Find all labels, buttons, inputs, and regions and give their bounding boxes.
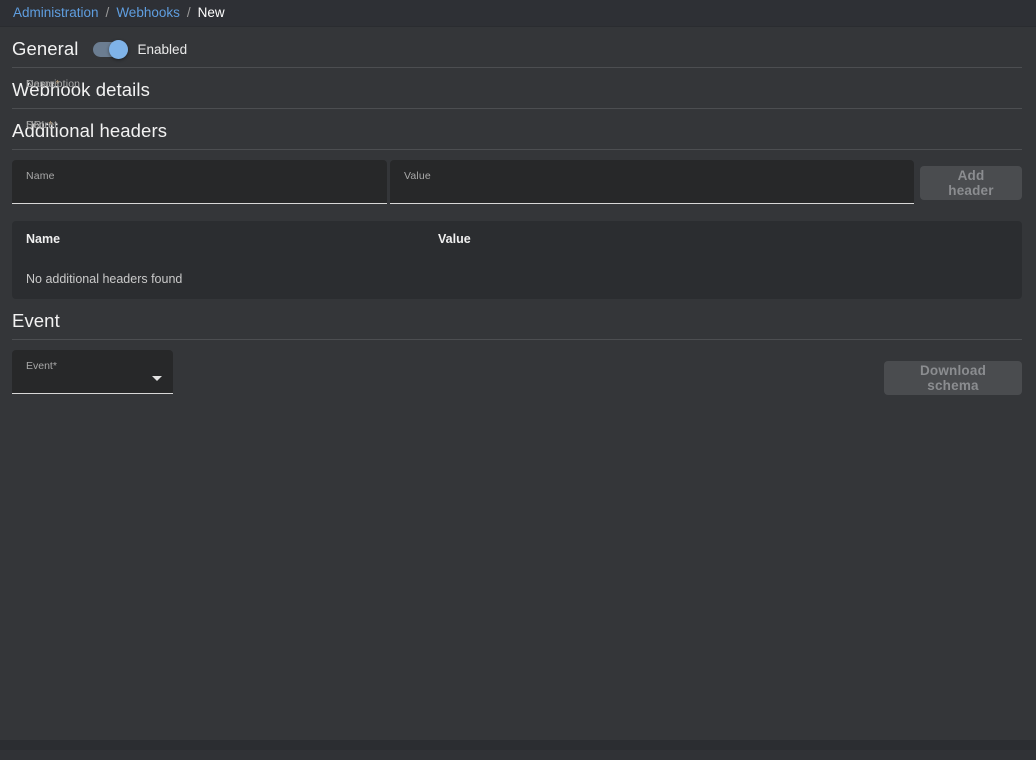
additional-headers-table: Name Value No additional headers found [12, 221, 1022, 299]
header-name-input[interactable] [26, 181, 375, 199]
enabled-toggle[interactable] [93, 42, 128, 57]
enabled-toggle-group[interactable]: Enabled [93, 42, 188, 57]
enabled-toggle-label: Enabled [138, 42, 188, 57]
table-column-value: Value [438, 232, 1008, 246]
event-divider [12, 339, 1022, 340]
table-column-name: Name [26, 232, 438, 246]
header-name-field[interactable]: Name [12, 160, 387, 204]
breadcrumb-separator: / [106, 6, 110, 20]
header-value-field[interactable]: Value [390, 160, 914, 204]
additional-headers-section-header: Additional headers [12, 109, 1022, 141]
webhook-details-section-header: Webhook details [12, 68, 1022, 100]
breadcrumb-item-new: New [198, 6, 225, 20]
general-section-header: General Enabled [12, 27, 1022, 59]
general-section-title: General [12, 38, 79, 60]
bottom-strip [0, 740, 1036, 750]
event-section-title: Event [12, 310, 60, 332]
table-empty-message: No additional headers found [26, 257, 1008, 286]
chevron-down-icon[interactable] [152, 376, 162, 381]
header-value-input[interactable] [404, 181, 902, 199]
event-select[interactable]: Event* [12, 350, 173, 394]
breadcrumb: Administration / Webhooks / New [0, 0, 1036, 27]
event-row: Event* Download schema [12, 350, 1022, 395]
event-section-header: Event [12, 299, 1022, 331]
download-schema-button[interactable]: Download schema [884, 361, 1022, 395]
webhook-details-section-title: Webhook details [12, 79, 150, 101]
required-marker: * [53, 360, 57, 372]
webhook-form: General Enabled Name* Description Webhoo… [0, 27, 1036, 750]
table-header-row: Name Value [26, 221, 1008, 257]
add-header-button[interactable]: Add header [920, 166, 1022, 200]
breadcrumb-item-webhooks[interactable]: Webhooks [116, 6, 180, 20]
breadcrumb-separator: / [187, 6, 191, 20]
breadcrumb-item-administration[interactable]: Administration [13, 6, 99, 20]
additional-headers-section-title: Additional headers [12, 120, 167, 142]
additional-headers-divider [12, 149, 1022, 150]
toggle-knob [109, 40, 128, 59]
event-select-label: Event* [26, 360, 57, 372]
header-entry-row: Name Value Add header [12, 160, 1022, 204]
